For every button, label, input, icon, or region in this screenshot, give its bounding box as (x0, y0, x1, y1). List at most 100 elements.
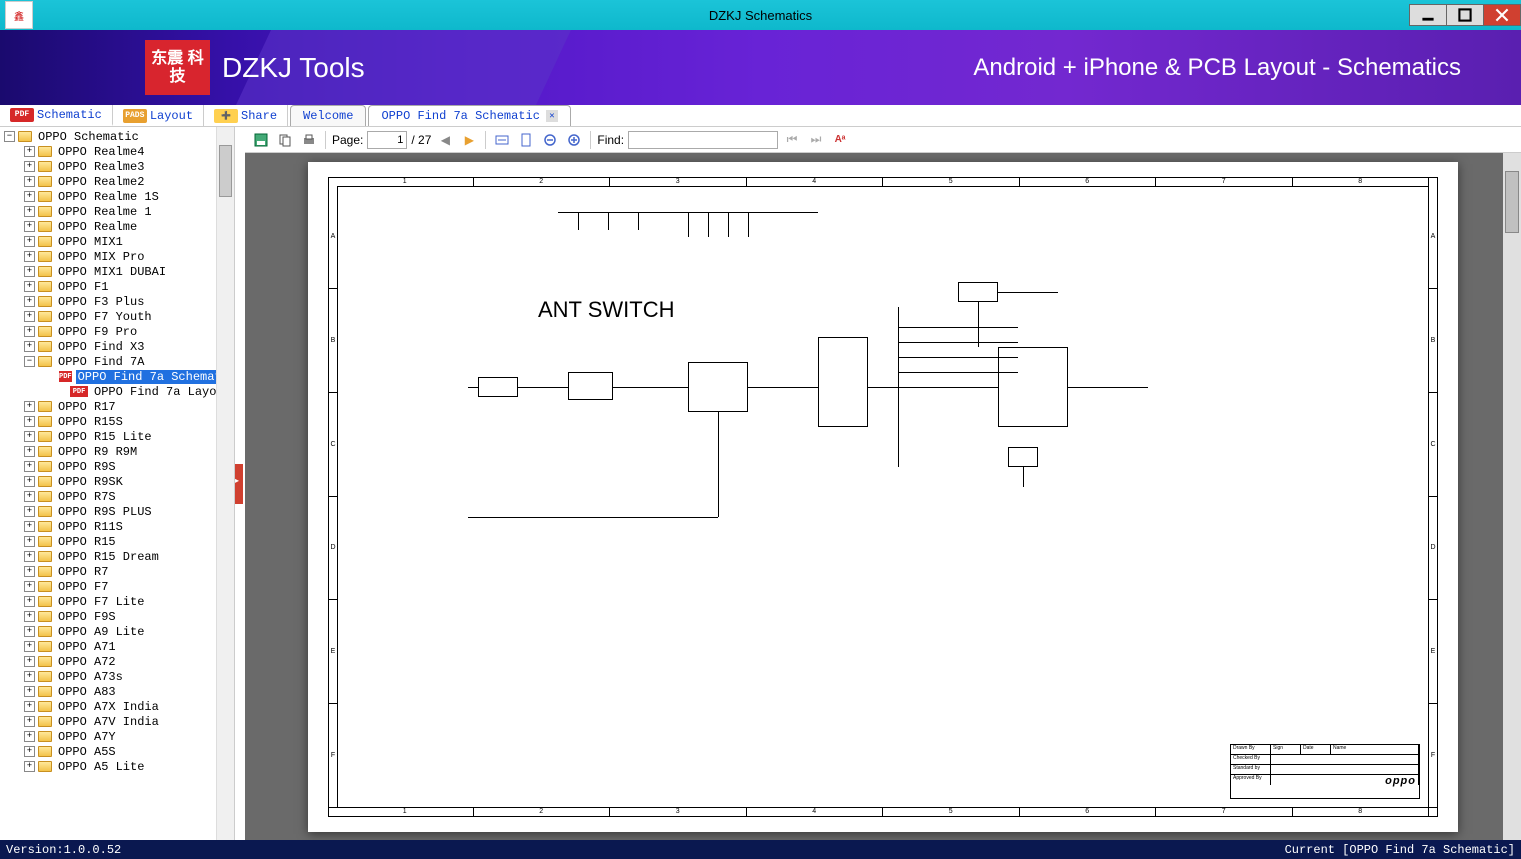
expander-icon[interactable]: + (24, 191, 35, 202)
tree-item[interactable]: +OPPO Realme 1 (0, 204, 234, 219)
expander-icon[interactable]: + (24, 401, 35, 412)
expander-icon[interactable]: + (24, 656, 35, 667)
prev-page-button[interactable]: ◀ (435, 130, 455, 150)
tree-item[interactable]: +OPPO R15S (0, 414, 234, 429)
copy-button[interactable] (275, 130, 295, 150)
expander-icon[interactable]: + (24, 581, 35, 592)
tree-item-expanded[interactable]: −OPPO Find 7A (0, 354, 234, 369)
expander-icon[interactable]: + (24, 146, 35, 157)
tree-item[interactable]: +OPPO A7X India (0, 699, 234, 714)
expander-icon[interactable]: + (24, 476, 35, 487)
pdf-view[interactable]: 12345678 12345678 ABCDEF ABCDEF ANT SWIT… (245, 153, 1521, 840)
maximize-button[interactable] (1446, 4, 1484, 26)
tree-item[interactable]: +OPPO MIX1 DUBAI (0, 264, 234, 279)
expander-icon[interactable]: + (24, 701, 35, 712)
tree-item[interactable]: +OPPO F9 Pro (0, 324, 234, 339)
tree-item[interactable]: +OPPO A72 (0, 654, 234, 669)
expander-icon[interactable]: + (24, 536, 35, 547)
expander-icon[interactable]: + (24, 416, 35, 427)
page-input[interactable] (367, 131, 407, 149)
zoom-out-button[interactable] (540, 130, 560, 150)
tree-item[interactable]: +OPPO R9S PLUS (0, 504, 234, 519)
doc-tab-current[interactable]: OPPO Find 7a Schematic ✕ (368, 105, 570, 126)
splitter[interactable] (235, 127, 245, 840)
tree-item[interactable]: +OPPO F7 Lite (0, 594, 234, 609)
tree-item[interactable]: +OPPO MIX1 (0, 234, 234, 249)
tree-item[interactable]: +OPPO F9S (0, 609, 234, 624)
expander-icon[interactable]: + (24, 281, 35, 292)
expander-icon[interactable]: + (24, 641, 35, 652)
expander-icon[interactable]: + (24, 566, 35, 577)
expander-icon[interactable]: + (24, 236, 35, 247)
sidebar-scrollbar[interactable] (216, 127, 234, 840)
close-icon[interactable]: ✕ (546, 110, 558, 122)
tree-item[interactable]: +OPPO A71 (0, 639, 234, 654)
tree-item[interactable]: +OPPO R17 (0, 399, 234, 414)
expander-icon[interactable]: + (24, 221, 35, 232)
tree-item[interactable]: +OPPO A5S (0, 744, 234, 759)
tree-item[interactable]: +OPPO Realme (0, 219, 234, 234)
expander-icon[interactable]: + (24, 176, 35, 187)
tree-root[interactable]: −OPPO Schematic (0, 129, 234, 144)
tree-item[interactable]: +OPPO F3 Plus (0, 294, 234, 309)
tree-item[interactable]: +OPPO R7 (0, 564, 234, 579)
content-scrollbar[interactable] (1503, 153, 1521, 840)
tree-leaf-schematic[interactable]: PDFOPPO Find 7a Schematic (0, 369, 234, 384)
find-next-button[interactable]: ⏭ (806, 130, 826, 150)
expander-icon[interactable]: + (24, 266, 35, 277)
print-button[interactable] (299, 130, 319, 150)
find-prev-button[interactable]: ⏮ (782, 130, 802, 150)
expander-icon[interactable]: + (24, 431, 35, 442)
tree-item[interactable]: +OPPO Realme 1S (0, 189, 234, 204)
tree-item[interactable]: +OPPO R15 Lite (0, 429, 234, 444)
expander-icon[interactable]: + (24, 761, 35, 772)
close-button[interactable] (1483, 4, 1521, 26)
sidebar[interactable]: −OPPO Schematic+OPPO Realme4+OPPO Realme… (0, 127, 235, 840)
tree-item[interactable]: +OPPO R7S (0, 489, 234, 504)
expander-icon[interactable]: + (24, 731, 35, 742)
expander-icon[interactable]: + (24, 671, 35, 682)
expander-icon[interactable]: + (24, 311, 35, 322)
expander-icon[interactable]: + (24, 251, 35, 262)
tree-item[interactable]: +OPPO MIX Pro (0, 249, 234, 264)
expander-icon[interactable]: + (24, 521, 35, 532)
tree-item[interactable]: +OPPO R15 Dream (0, 549, 234, 564)
expander-icon[interactable]: + (24, 716, 35, 727)
expander-icon[interactable]: + (24, 161, 35, 172)
fit-width-button[interactable] (492, 130, 512, 150)
expander-icon[interactable]: + (24, 446, 35, 457)
expander-icon[interactable]: + (24, 341, 35, 352)
fit-page-button[interactable] (516, 130, 536, 150)
expander-icon[interactable]: + (24, 626, 35, 637)
expander-icon[interactable]: − (4, 131, 15, 142)
tab-schematic[interactable]: PDF Schematic (0, 105, 113, 126)
doc-tab-welcome[interactable]: Welcome (290, 105, 366, 126)
save-button[interactable] (251, 130, 271, 150)
expander-icon[interactable]: + (24, 611, 35, 622)
match-case-button[interactable]: Aᵃ (830, 130, 850, 150)
tree-item[interactable]: +OPPO A73s (0, 669, 234, 684)
expander-icon[interactable]: + (24, 686, 35, 697)
tree-item[interactable]: +OPPO R9S (0, 459, 234, 474)
expander-icon[interactable]: − (24, 356, 35, 367)
expander-icon[interactable]: + (24, 551, 35, 562)
tree-item[interactable]: +OPPO R9 R9M (0, 444, 234, 459)
tree-leaf-layout[interactable]: PDFOPPO Find 7a Layout (0, 384, 234, 399)
tree-item[interactable]: +OPPO A83 (0, 684, 234, 699)
minimize-button[interactable] (1409, 4, 1447, 26)
expander-icon[interactable]: + (24, 746, 35, 757)
expander-icon[interactable]: + (24, 491, 35, 502)
expander-icon[interactable]: + (24, 461, 35, 472)
expander-icon[interactable]: + (24, 596, 35, 607)
tree-item[interactable]: +OPPO A7Y (0, 729, 234, 744)
zoom-in-button[interactable] (564, 130, 584, 150)
tree-item[interactable]: +OPPO A7V India (0, 714, 234, 729)
tree-item[interactable]: +OPPO Realme3 (0, 159, 234, 174)
tab-layout[interactable]: PADS Layout (113, 105, 204, 126)
tree-item[interactable]: +OPPO R9SK (0, 474, 234, 489)
tree-item[interactable]: +OPPO Find X3 (0, 339, 234, 354)
expander-icon[interactable]: + (24, 326, 35, 337)
tree-item[interactable]: +OPPO R15 (0, 534, 234, 549)
tree-item[interactable]: +OPPO Realme4 (0, 144, 234, 159)
expander-icon[interactable]: + (24, 206, 35, 217)
